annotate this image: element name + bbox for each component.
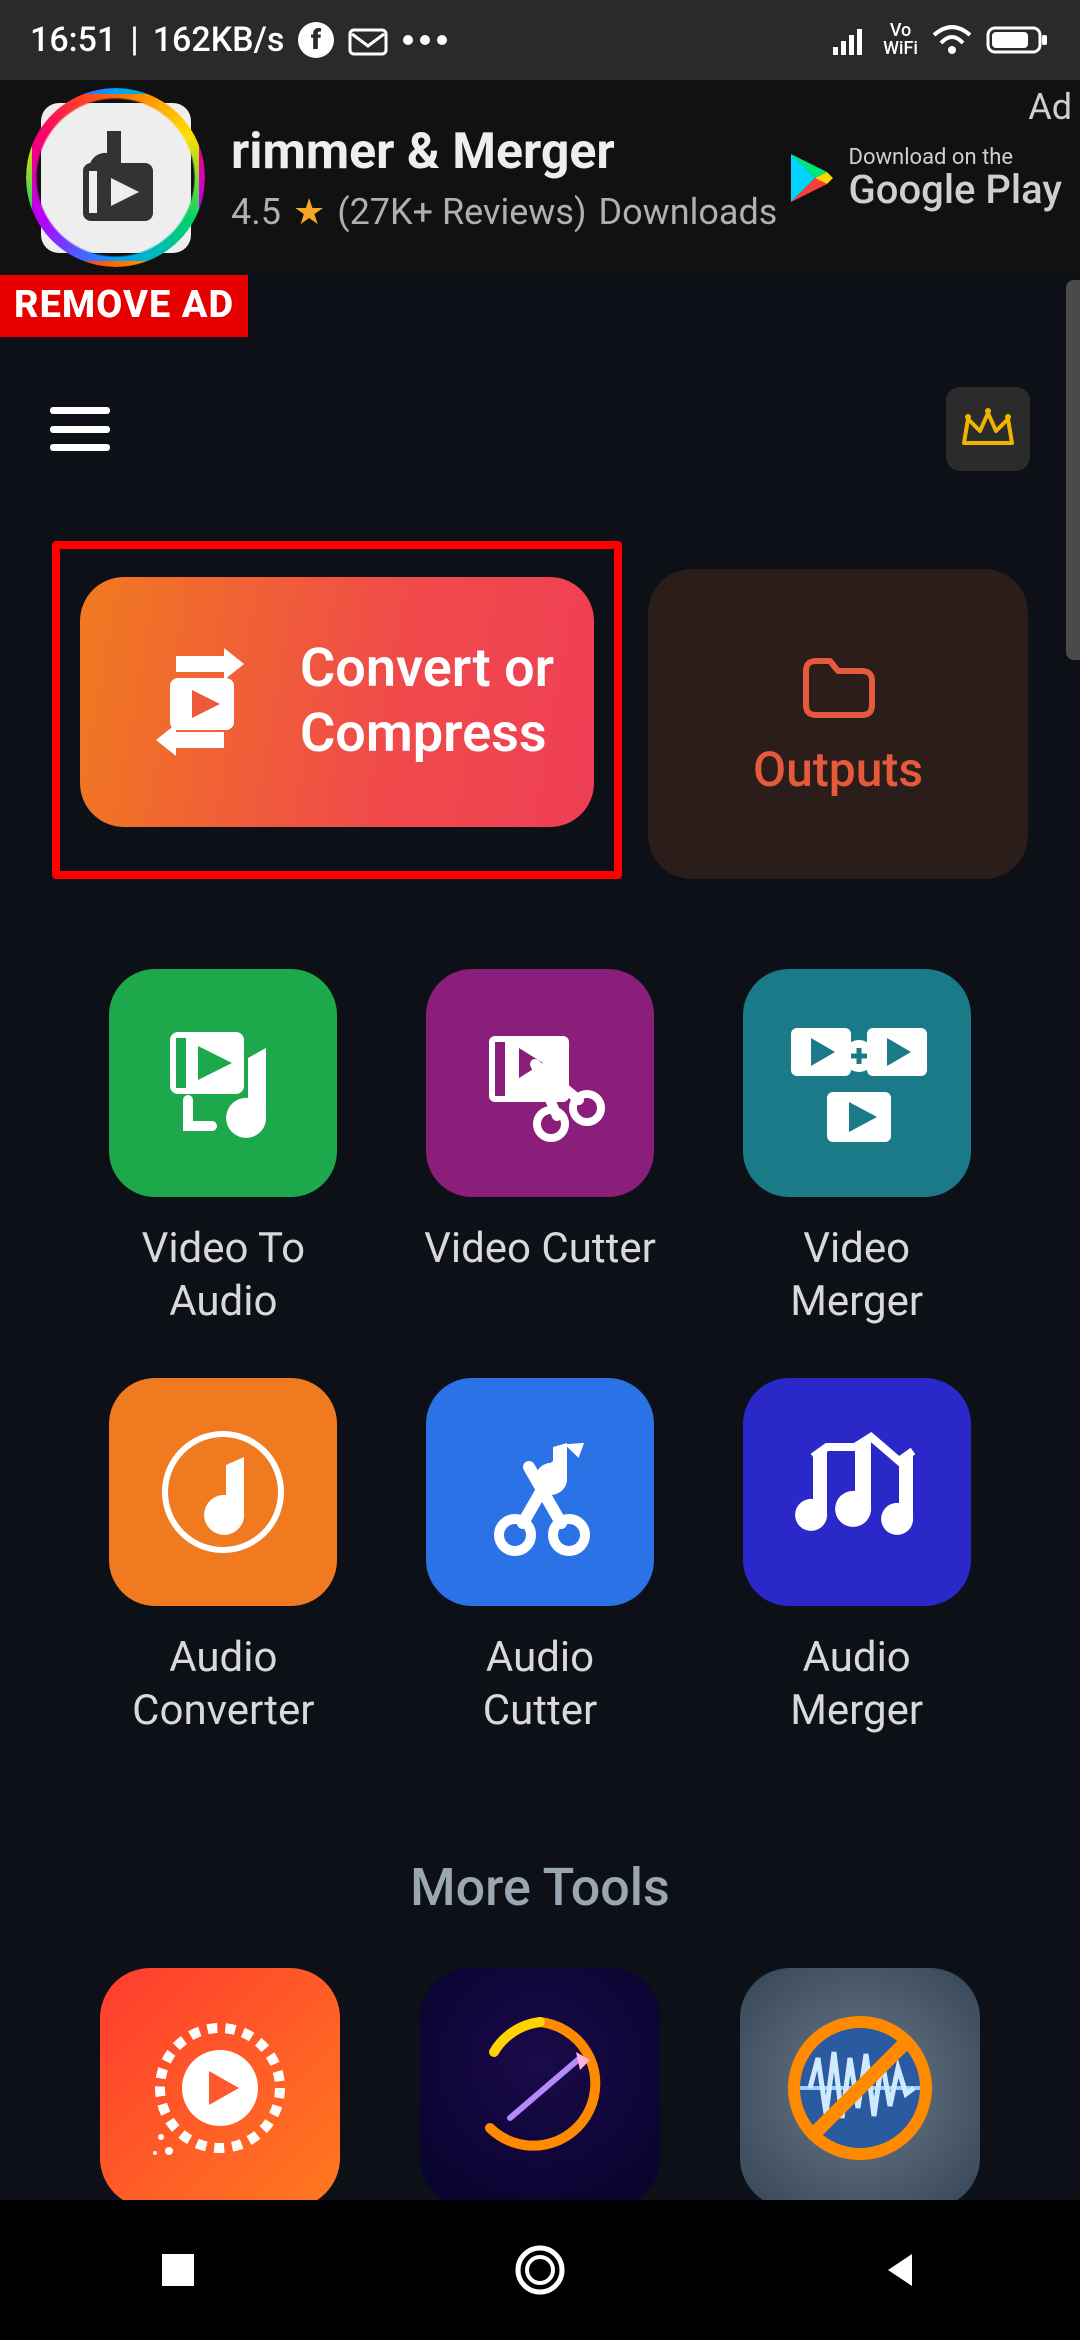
signal-icon [833,25,869,55]
scrollbar[interactable] [1066,280,1080,660]
wifi-icon [932,25,972,55]
nav-home-icon[interactable] [512,2242,568,2298]
video-merger-icon [743,969,971,1197]
tool-label: Audio Cutter [483,1632,597,1737]
audio-merger-icon [743,1378,971,1606]
ad-rating: 4.5 [231,191,281,233]
highlight-annotation: Convert or Compress [52,541,622,879]
tool-video-to-audio[interactable]: Video To Audio [80,969,367,1328]
mail-icon [348,24,388,56]
ad-title: rimmer & Merger [231,123,787,181]
status-right: Vo WiFi [833,22,1050,58]
tool-label: Audio Merger [790,1632,923,1737]
tool-audio-merger[interactable]: Audio Merger [713,1378,1000,1737]
ad-text-block: rimmer & Merger 4.5 ★ (27K+ Reviews) Dow… [213,123,787,233]
svg-text:f: f [311,23,322,56]
vowifi-label: Vo WiFi [883,22,918,58]
ad-downloads: Downloads [598,191,777,233]
tool-grid: Video To Audio Video Cutter Video Merger [0,879,1080,1737]
ad-reviews: (27K+ Reviews) [337,191,586,233]
convert-icon [140,642,260,762]
more-tool-1[interactable] [100,1968,340,2208]
status-bar: 16:51 | 162KB/s f Vo WiFi [0,0,1080,80]
tool-label: Video To Audio [142,1223,305,1328]
folder-icon [798,651,878,721]
tool-label: Video Cutter [424,1223,656,1276]
status-separator: | [130,20,138,60]
outputs-label: Outputs [753,741,923,798]
audio-converter-icon [109,1378,337,1606]
ad-banner[interactable]: rimmer & Merger 4.5 ★ (27K+ Reviews) Dow… [0,80,1080,275]
premium-crown-button[interactable] [946,387,1030,471]
convert-compress-button[interactable]: Convert or Compress [80,577,594,827]
status-left: 16:51 | 162KB/s f [30,20,448,60]
ad-badge: Ad [1028,86,1072,128]
status-time: 16:51 [30,20,116,60]
video-cutter-icon [426,969,654,1197]
app-bar [0,337,1080,501]
system-nav-bar [0,2200,1080,2340]
tool-audio-converter[interactable]: Audio Converter [80,1378,367,1737]
video-to-audio-icon [109,969,337,1197]
remove-ad-button[interactable]: REMOVE AD [0,275,248,337]
more-dots-icon [402,34,448,46]
more-tools-heading: More Tools [0,1857,1080,1918]
status-netrate: 162KB/s [153,20,285,60]
more-tool-2[interactable] [420,1968,660,2208]
ad-app-icon [18,80,213,275]
hero-row: Convert or Compress Outputs [0,501,1080,879]
google-play-link[interactable]: Download on the Google Play [787,145,1062,210]
crown-icon [960,407,1016,451]
convert-label: Convert or Compress [300,637,554,767]
tool-video-merger[interactable]: Video Merger [713,969,1000,1328]
facebook-icon: f [298,22,334,58]
tool-audio-cutter[interactable]: Audio Cutter [397,1378,684,1737]
hamburger-menu-icon[interactable] [50,407,110,451]
more-tool-3[interactable] [740,1968,980,2208]
nav-recents-icon[interactable] [156,2248,200,2292]
star-icon: ★ [293,191,325,233]
tool-video-cutter[interactable]: Video Cutter [397,969,684,1328]
outputs-button[interactable]: Outputs [648,569,1028,879]
play-big-text: Google Play [849,170,1062,210]
battery-icon [986,24,1050,56]
tool-label: Audio Converter [132,1632,314,1737]
tool-label: Video Merger [790,1223,923,1328]
nav-back-icon[interactable] [880,2248,924,2292]
more-tools-grid [0,1968,1080,2208]
audio-cutter-icon [426,1378,654,1606]
google-play-icon [787,152,835,204]
